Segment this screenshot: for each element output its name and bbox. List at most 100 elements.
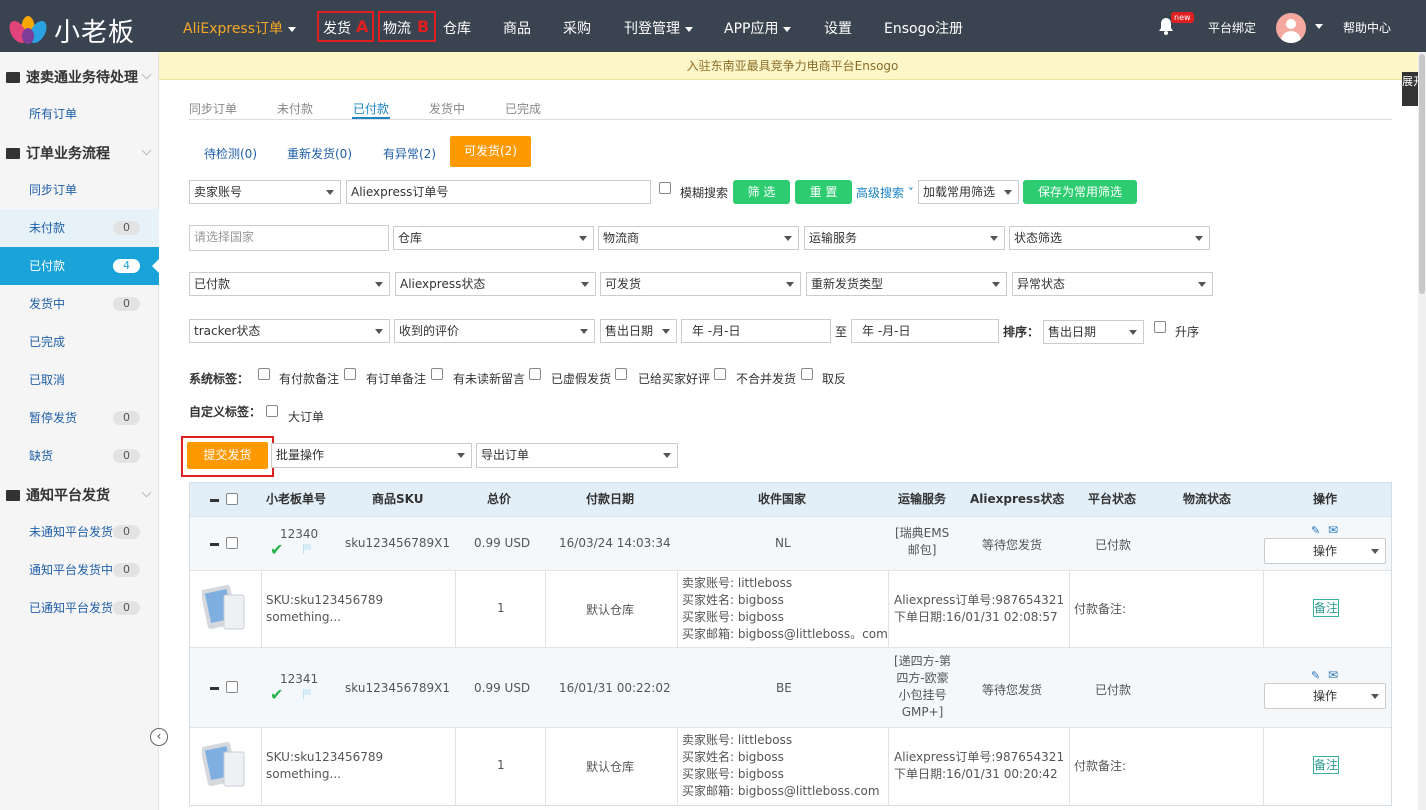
aliexpress-status-select[interactable]: Aliexpress状态 [395, 272, 596, 296]
subtab-abnormal[interactable]: 有异常(2) [383, 145, 436, 162]
row-checkbox[interactable] [226, 681, 238, 693]
collapse-all-icon[interactable] [210, 499, 219, 502]
submit-shipping-button[interactable]: 提交发货 [187, 442, 268, 469]
collapse-sidebar-icon[interactable]: ‹ [150, 728, 168, 746]
load-common-filter-select[interactable]: 加载常用筛选 [918, 180, 1019, 204]
sidebar-section-notify[interactable]: 通知平台发货 [6, 485, 152, 505]
promo-banner[interactable]: 入驻东南亚最具竞争力电商平台Ensogo [159, 52, 1426, 80]
sidebar-item-notifying[interactable]: 通知平台发货中 0 [0, 551, 159, 589]
nav-app[interactable]: APP应用 [724, 18, 792, 38]
shippable-select[interactable]: 可发货 [600, 272, 801, 296]
tag-checkbox[interactable] [529, 368, 541, 380]
tag-checkbox[interactable] [714, 368, 726, 380]
country-select[interactable]: 请选择国家 [189, 225, 389, 251]
flag-icon[interactable] [303, 544, 312, 554]
mail-icon[interactable]: ✉ [1328, 523, 1338, 537]
end-date-input[interactable]: 年 -月-日 [851, 319, 999, 343]
nav-products[interactable]: 商品 [503, 18, 531, 38]
tag-checkbox[interactable] [615, 368, 627, 380]
sidebar-item-paid[interactable]: 已付款 4 [0, 247, 159, 285]
warehouse-select[interactable]: 仓库 [393, 226, 594, 250]
carrier-select[interactable]: 物流商 [598, 226, 799, 250]
nav-ensogo-register[interactable]: Ensogo注册 [884, 18, 963, 38]
tab-completed[interactable]: 已完成 [505, 100, 541, 117]
note-button[interactable]: 备注 [1313, 756, 1339, 774]
ascending-checkbox[interactable] [1154, 321, 1166, 333]
nav-purchase[interactable]: 采购 [563, 18, 591, 38]
batch-operation-select[interactable]: 批量操作 [271, 443, 472, 468]
product-thumbnail[interactable] [202, 738, 248, 794]
date-type-select[interactable]: 售出日期 [600, 319, 677, 343]
sort-select[interactable]: 售出日期 [1043, 320, 1144, 344]
user-avatar[interactable] [1276, 13, 1306, 43]
nav-warehouse[interactable]: 仓库 [443, 18, 471, 38]
seller-account-select[interactable]: 卖家账号 [189, 180, 341, 204]
custom-tag-checkbox[interactable] [266, 405, 278, 417]
advanced-search-link[interactable]: 高级搜索 ˅ [856, 184, 914, 201]
sidebar-item-shipping[interactable]: 发货中 0 [0, 285, 159, 323]
review-select[interactable]: 收到的评价 [394, 319, 595, 343]
export-orders-select[interactable]: 导出订单 [476, 443, 678, 468]
tab-sync-orders[interactable]: 同步订单 [189, 100, 237, 117]
subtab-reship[interactable]: 重新发货(0) [287, 145, 352, 162]
select-all-checkbox[interactable] [226, 493, 238, 505]
order-id[interactable]: 12341 [280, 672, 318, 686]
brand-logo[interactable]: 小老板 [6, 8, 156, 48]
tab-shipping[interactable]: 发货中 [429, 100, 465, 117]
note-button[interactable]: 备注 [1313, 599, 1339, 617]
sidebar-item-notified[interactable]: 已通知平台发货 0 [0, 589, 159, 627]
invert-checkbox[interactable] [801, 368, 813, 380]
reset-button[interactable]: 重 置 [795, 180, 852, 204]
edit-icon[interactable]: ✎ [1311, 669, 1320, 682]
product-thumbnail[interactable] [202, 581, 248, 637]
sidebar-section-pending[interactable]: 速卖通业务待处理 [6, 67, 152, 87]
nav-aliexpress-orders[interactable]: AliExpress订单 [183, 18, 297, 38]
platform-bind-link[interactable]: 平台绑定 [1208, 19, 1256, 36]
tab-paid[interactable]: 已付款 [353, 100, 389, 117]
edit-icon[interactable]: ✎ [1311, 524, 1320, 537]
sidebar-item-cancelled[interactable]: 已取消 [0, 361, 159, 399]
sidebar-item-all-orders[interactable]: 所有订单 [0, 95, 159, 133]
paid-select[interactable]: 已付款 [189, 272, 390, 296]
row-checkbox[interactable] [226, 537, 238, 549]
box-icon [6, 148, 20, 159]
custom-tags-label: 自定义标签： [189, 405, 262, 419]
order-number-input[interactable]: Aliexpress订单号 [346, 180, 651, 204]
user-menu-chevron-icon[interactable] [1315, 24, 1323, 29]
tag-checkbox[interactable] [258, 368, 270, 380]
collapse-row-icon[interactable] [210, 543, 219, 546]
subtab-shippable[interactable]: 可发货(2) [450, 136, 531, 167]
flag-icon[interactable] [303, 689, 312, 699]
help-center-link[interactable]: 帮助中心 [1343, 19, 1391, 36]
filter-button[interactable]: 筛 选 [733, 180, 790, 204]
sidebar-item-not-notified[interactable]: 未通知平台发货 0 [0, 513, 159, 551]
order-operation-select[interactable]: 操作 [1264, 538, 1386, 564]
page-scrollbar[interactable] [1418, 52, 1426, 810]
tab-unpaid[interactable]: 未付款 [277, 100, 313, 117]
table-row[interactable]: 12340 ✔ sku123456789X1 0.99 USD 16/03/24… [190, 516, 1391, 570]
shipping-service-select[interactable]: 运输服务 [804, 226, 1005, 250]
tracker-status-select[interactable]: tracker状态 [189, 319, 390, 343]
sidebar-item-paused[interactable]: 暂停发货 0 [0, 399, 159, 437]
order-id[interactable]: 12340 [280, 527, 318, 541]
sidebar-item-out-of-stock[interactable]: 缺货 0 [0, 437, 159, 475]
subtab-pending-check[interactable]: 待检测(0) [204, 145, 257, 162]
nav-listing-management[interactable]: 刊登管理 [624, 18, 693, 38]
sidebar-item-sync-orders[interactable]: 同步订单 [0, 171, 159, 209]
reship-type-select[interactable]: 重新发货类型 [806, 272, 1007, 296]
status-filter-select[interactable]: 状态筛选 [1009, 226, 1210, 250]
save-common-filter-button[interactable]: 保存为常用筛选 [1023, 180, 1137, 204]
collapse-row-icon[interactable] [210, 687, 219, 690]
sidebar-item-completed[interactable]: 已完成 [0, 323, 159, 361]
nav-settings[interactable]: 设置 [824, 18, 852, 38]
start-date-input[interactable]: 年 -月-日 [681, 319, 831, 343]
tag-checkbox[interactable] [344, 368, 356, 380]
table-row[interactable]: 12341 ✔ sku123456789X1 0.99 USD 16/01/31… [190, 647, 1391, 727]
sidebar-section-order-flow[interactable]: 订单业务流程 [6, 143, 152, 163]
fuzzy-search-checkbox[interactable] [659, 182, 671, 194]
order-operation-select[interactable]: 操作 [1264, 683, 1386, 709]
sidebar-item-unpaid[interactable]: 未付款 0 [0, 209, 159, 247]
mail-icon[interactable]: ✉ [1328, 668, 1338, 682]
tag-checkbox[interactable] [431, 368, 443, 380]
abnormal-status-select[interactable]: 异常状态 [1012, 272, 1213, 296]
